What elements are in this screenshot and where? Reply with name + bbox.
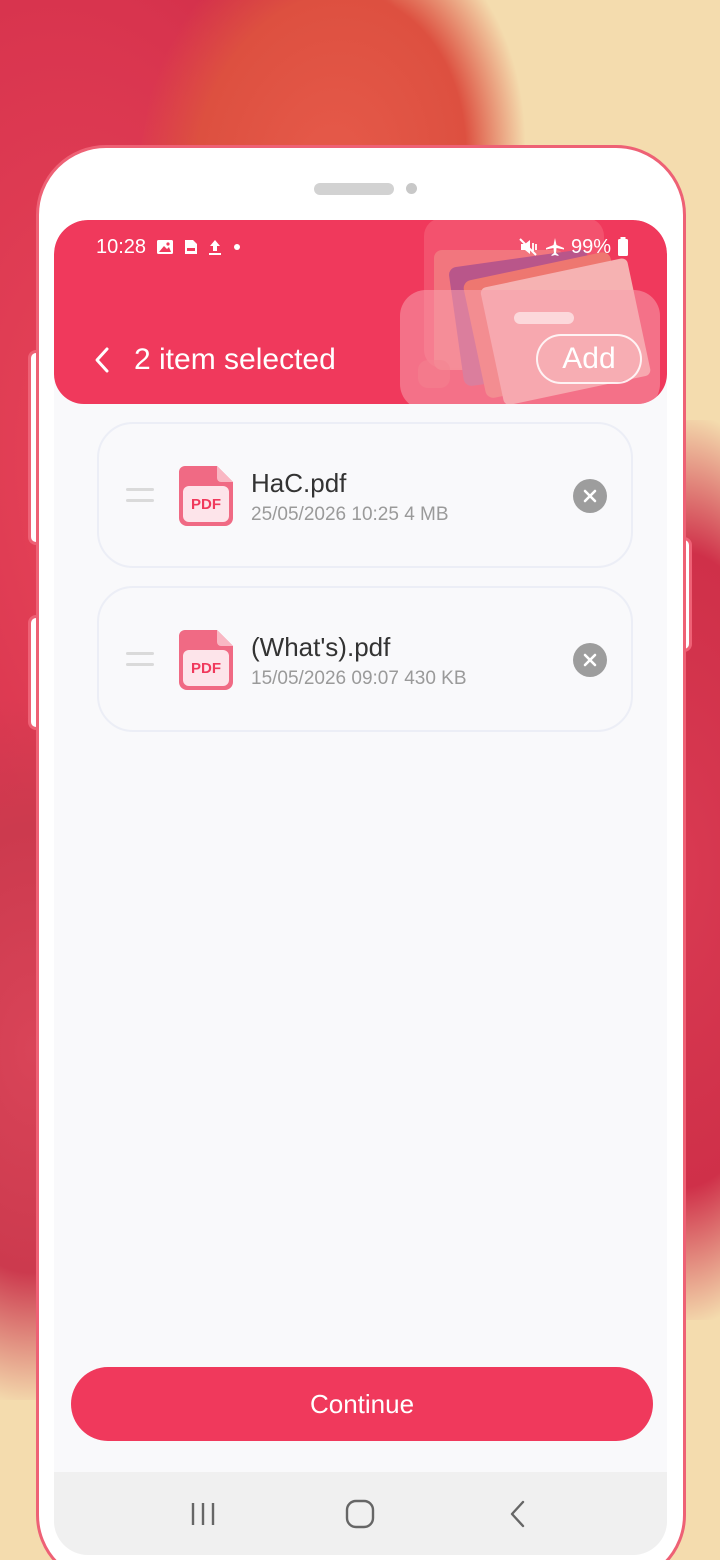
pdf-icon <box>184 239 198 255</box>
pdf-icon-label: PDF <box>191 660 221 677</box>
recent-apps-button[interactable] <box>173 1484 233 1544</box>
airplane-icon <box>545 237 565 257</box>
system-nav-bar <box>54 1472 667 1555</box>
nav-back-button[interactable] <box>488 1484 548 1544</box>
page-title: 2 item selected <box>134 343 336 376</box>
remove-file-button[interactable] <box>573 643 607 677</box>
status-time: 10:28 <box>96 235 147 258</box>
status-bar: 10:28 99% <box>96 234 629 260</box>
dot-icon <box>232 242 242 252</box>
file-meta: 25/05/2026 10:25 4 MB <box>251 504 449 525</box>
chevron-left-icon <box>95 347 109 373</box>
pdf-icon-label: PDF <box>191 496 221 513</box>
remove-file-button[interactable] <box>573 479 607 513</box>
upload-icon <box>208 238 222 256</box>
front-camera <box>406 183 417 194</box>
close-icon <box>583 489 597 503</box>
list-item[interactable]: PDF HaC.pdf 25/05/2026 10:25 4 MB <box>97 422 633 568</box>
file-name: HaC.pdf <box>251 468 347 498</box>
app-screen: 10:28 99% 2 item selected Add PDF HaC.pd… <box>54 220 667 1555</box>
list-item[interactable]: PDF (What's).pdf 15/05/2026 09:07 430 KB <box>97 586 633 732</box>
battery-icon <box>617 237 629 257</box>
app-header: 10:28 99% 2 item selected Add <box>54 220 667 404</box>
drag-handle-icon[interactable] <box>126 488 154 502</box>
continue-button[interactable]: Continue <box>71 1367 653 1441</box>
pdf-file-icon: PDF <box>179 466 233 526</box>
add-button[interactable]: Add <box>536 334 642 384</box>
back-icon <box>510 1500 525 1527</box>
file-name: (What's).pdf <box>251 632 391 662</box>
speaker-grille <box>314 183 394 195</box>
close-icon <box>583 653 597 667</box>
home-button[interactable] <box>330 1484 390 1544</box>
drag-handle-icon[interactable] <box>126 652 154 666</box>
pdf-file-icon: PDF <box>179 630 233 690</box>
image-icon <box>156 239 174 255</box>
file-meta: 15/05/2026 09:07 430 KB <box>251 668 467 689</box>
recent-apps-icon <box>191 1502 215 1525</box>
mute-vibrate-icon <box>519 238 539 256</box>
home-icon <box>346 1499 375 1528</box>
back-button[interactable] <box>84 342 120 378</box>
battery-percent: 99% <box>570 235 611 258</box>
